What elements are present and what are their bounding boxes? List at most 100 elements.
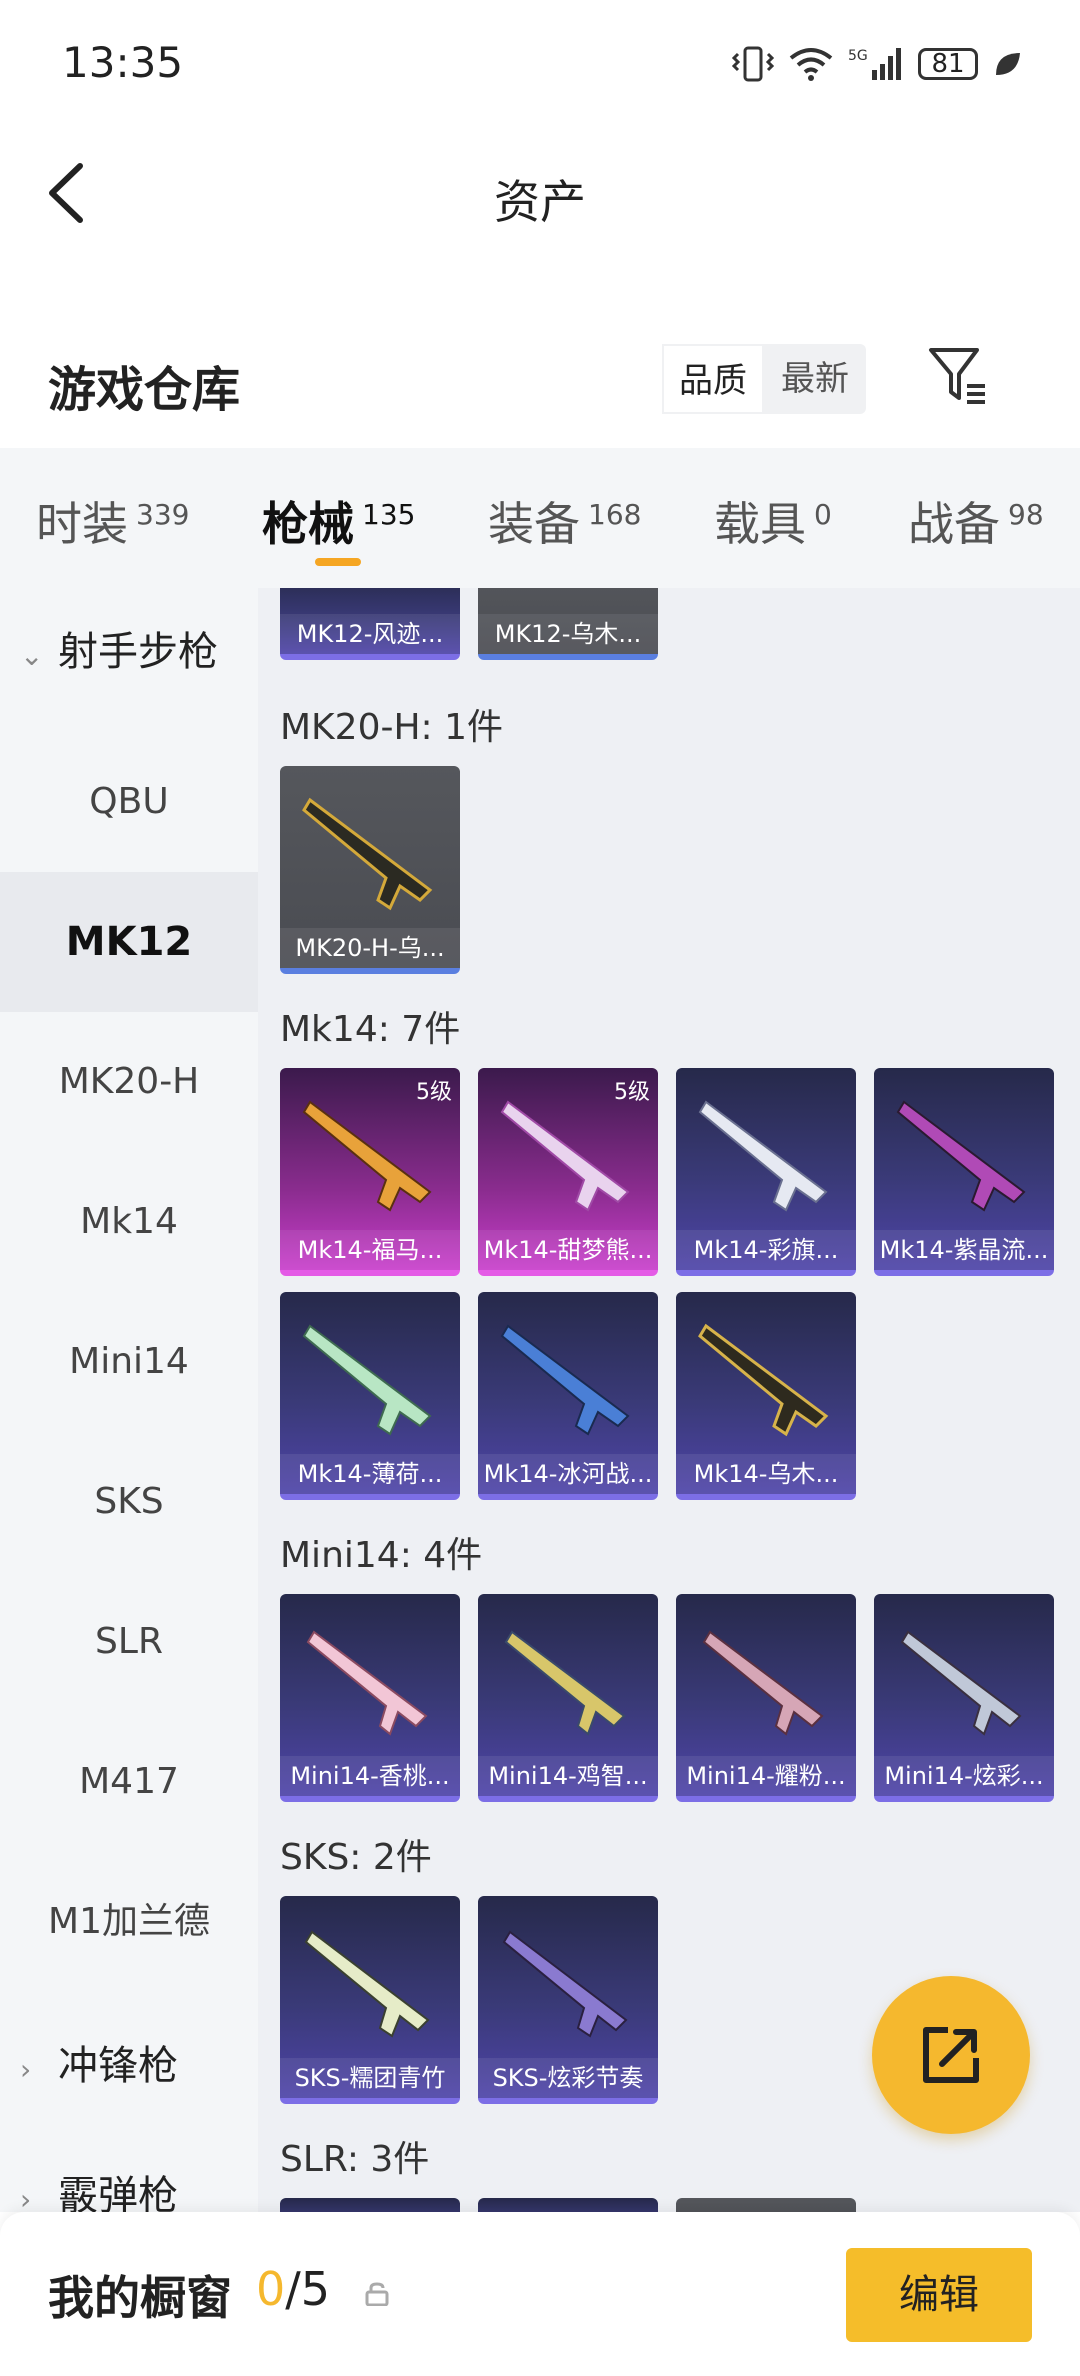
leaf-icon <box>996 53 1020 75</box>
sidebar-item-mk12[interactable]: MK12 <box>0 872 258 1012</box>
weapon-type-sidebar: ⌄ 射手步枪 QBU MK12 MK20-H Mk14 Mini14 SKS SL… <box>0 588 258 2212</box>
skin-card[interactable]: 5级 Mk14-甜梦熊... <box>478 1068 658 1276</box>
skin-name: Mini14-炫彩... <box>874 1756 1054 1796</box>
sidebar-category-smg[interactable]: › 冲锋枪 <box>20 2036 178 2100</box>
signal-icon: 5G <box>848 48 901 80</box>
skin-card[interactable]: SKS-炫彩节奏 <box>478 1896 658 2104</box>
skin-card[interactable]: Mk14-薄荷... <box>280 1292 460 1500</box>
skin-name: Mini14-鸡智... <box>478 1756 658 1796</box>
rifle-icon <box>900 1630 1022 1736</box>
sidebar-item-mini14[interactable]: Mini14 <box>0 1292 258 1432</box>
weapon-skin-grid: MK12-风迹... MK12-乌木... MK20-H: 1件 MK20-H-… <box>258 588 1080 2212</box>
category-label: 射手步枪 <box>58 629 218 675</box>
tab-count: 98 <box>1008 497 1044 531</box>
tab-count: 168 <box>588 497 642 531</box>
warehouse-header: 游戏仓库 品质 最新 <box>0 320 1080 440</box>
tab-equipment[interactable]: 装备 168 <box>488 488 641 554</box>
skin-card[interactable]: Mk14-冰河战... <box>478 1292 658 1500</box>
share-floating-button[interactable] <box>872 1976 1030 2134</box>
skin-name: Mk14-紫晶流... <box>874 1230 1054 1270</box>
status-bar: 13:35 5G 81 <box>0 0 1080 130</box>
group-title-mk14: Mk14: 7件 <box>280 1009 461 1050</box>
skin-name: SKS-糯团青竹 <box>280 2058 460 2098</box>
skin-card[interactable] <box>676 2198 856 2212</box>
sort-quality-button[interactable]: 品质 <box>662 344 764 414</box>
skin-card[interactable]: Mini14-炫彩... <box>874 1594 1054 1802</box>
sidebar-category-shotgun[interactable]: › 霰弹枪 <box>20 2166 178 2212</box>
rifle-icon <box>302 797 433 911</box>
skin-name: SKS-炫彩节奏 <box>478 2058 658 2098</box>
tab-vehicles[interactable]: 载具 0 <box>714 488 832 554</box>
skin-name: Mk14-薄荷... <box>280 1454 460 1494</box>
sidebar-item-m417[interactable]: M417 <box>0 1712 258 1852</box>
skin-name: Mk14-甜梦熊... <box>478 1230 658 1270</box>
tab-label: 装备 <box>488 497 580 551</box>
tab-combat-gear[interactable]: 战备 98 <box>908 488 1044 554</box>
skin-card[interactable]: SKS-糯团青竹 <box>280 1896 460 2104</box>
group-title-sks: SKS: 2件 <box>280 1837 432 1878</box>
sidebar-item-qbu[interactable]: QBU <box>0 732 258 872</box>
skin-name: Mk14-乌木... <box>676 1454 856 1494</box>
skin-name: Mini14-耀粉... <box>676 1756 856 1796</box>
system-icons: 5G 81 <box>732 44 1022 84</box>
warehouse-title: 游戏仓库 <box>48 362 241 418</box>
skin-card[interactable]: 5级 Mk14-福马... <box>280 1068 460 1276</box>
skin-card[interactable]: MK12-风迹... <box>280 588 460 660</box>
sidebar-item-mk14[interactable]: Mk14 <box>0 1152 258 1292</box>
tab-label: 枪械 <box>262 497 354 551</box>
skin-card[interactable]: Mini14-鸡智... <box>478 1594 658 1802</box>
skin-name: Mk14-冰河战... <box>478 1454 658 1494</box>
nav-bar: 资产 <box>0 130 1080 260</box>
category-tabs: 时装 339 枪械 135 装备 168 载具 0 战备 98 <box>0 448 1080 588</box>
sidebar-category-marksman[interactable]: ⌄ 射手步枪 <box>20 622 218 686</box>
skin-card[interactable]: Mini14-耀粉... <box>676 1594 856 1802</box>
skin-card[interactable] <box>280 2198 460 2212</box>
group-title-mini14: Mini14: 4件 <box>280 1535 483 1576</box>
skin-card[interactable]: Mk14-紫晶流... <box>874 1068 1054 1276</box>
tab-count: 339 <box>136 497 190 531</box>
skin-card[interactable]: Mk14-彩旗... <box>676 1068 856 1276</box>
sidebar-item-m1-garand[interactable]: M1加兰德 <box>0 1852 258 1992</box>
tab-label: 时装 <box>36 497 128 551</box>
sidebar-item-slr[interactable]: SLR <box>0 1572 258 1712</box>
sort-toggle: 品质 最新 <box>662 344 866 414</box>
skin-card[interactable]: MK20-H-乌... <box>280 766 460 974</box>
active-tab-indicator <box>315 558 361 566</box>
skin-card[interactable] <box>478 2198 658 2212</box>
skin-name: Mk14-福马... <box>280 1230 460 1270</box>
skin-card[interactable]: Mk14-乌木... <box>676 1292 856 1500</box>
external-link-icon <box>923 2027 979 2083</box>
skin-card[interactable]: Mini14-香桃... <box>280 1594 460 1802</box>
rifle-icon <box>500 1100 630 1212</box>
lock-icon <box>365 2282 389 2306</box>
group-title-mk20h: MK20-H: 1件 <box>280 707 504 748</box>
rifle-icon <box>702 1630 824 1736</box>
chevron-right-icon: › <box>20 2183 32 2212</box>
rifle-icon <box>698 1323 829 1437</box>
status-time: 13:35 <box>62 38 184 87</box>
rifle-icon <box>302 1324 432 1436</box>
showcase-title: 我的橱窗 <box>48 2271 232 2325</box>
skin-name: MK12-风迹... <box>280 614 460 654</box>
showcase-count: 0/5 <box>256 2262 330 2316</box>
tab-count: 135 <box>362 497 416 531</box>
category-label: 冲锋枪 <box>58 2043 178 2089</box>
tab-guns[interactable]: 枪械 135 <box>262 488 415 554</box>
rifle-icon <box>504 1630 626 1736</box>
sort-newest-button[interactable]: 最新 <box>764 344 866 414</box>
skin-card[interactable]: MK12-乌木... <box>478 588 658 660</box>
wifi-icon <box>789 48 833 81</box>
skin-name: Mk14-彩旗... <box>676 1230 856 1270</box>
rifle-icon <box>896 1100 1026 1212</box>
chevron-right-icon: › <box>20 2053 32 2086</box>
battery-indicator: 81 <box>918 48 978 80</box>
sidebar-item-sks[interactable]: SKS <box>0 1432 258 1572</box>
tab-label: 战备 <box>908 497 1000 551</box>
skin-name: Mini14-香桃... <box>280 1756 460 1796</box>
skin-name: MK20-H-乌... <box>280 928 460 968</box>
filter-icon[interactable] <box>925 342 991 408</box>
group-title-slr: SLR: 3件 <box>280 2139 430 2180</box>
edit-button[interactable]: 编辑 <box>846 2248 1032 2342</box>
tab-fashion[interactable]: 时装 339 <box>36 488 189 554</box>
sidebar-item-mk20h[interactable]: MK20-H <box>0 1012 258 1152</box>
